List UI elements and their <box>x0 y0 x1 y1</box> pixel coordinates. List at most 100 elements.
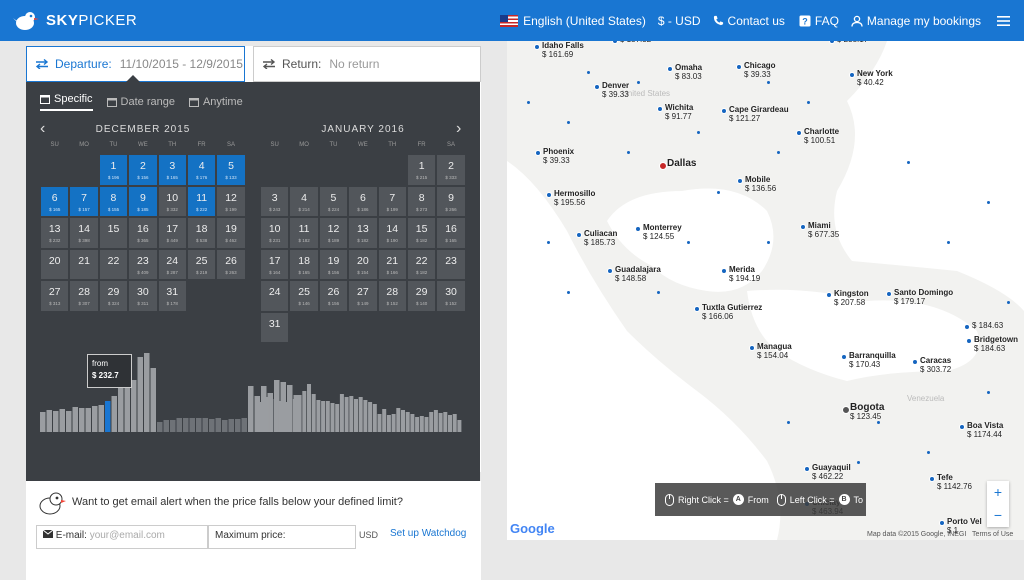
day-cell[interactable]: 2 $ 156 <box>128 154 158 186</box>
city-marker[interactable] <box>546 192 552 198</box>
airport-marker[interactable] <box>787 421 790 424</box>
city-label[interactable]: Monterrey $ 124.55 <box>643 223 682 241</box>
setup-watchdog-button[interactable]: Set up Watchdog <box>390 528 466 539</box>
histogram-bar[interactable] <box>274 399 279 432</box>
histogram-bar[interactable] <box>248 386 254 432</box>
city-label[interactable]: Omaha $ 83.03 <box>675 63 702 81</box>
histogram-bar[interactable] <box>339 394 344 432</box>
city-marker[interactable] <box>841 354 847 360</box>
day-cell[interactable]: 18 $ 165 <box>289 248 319 280</box>
airport-marker[interactable] <box>657 291 660 294</box>
day-cell[interactable]: 11 $ 182 <box>289 217 319 249</box>
city-marker[interactable] <box>721 108 727 114</box>
day-cell[interactable]: 31 $ 178 <box>157 280 187 312</box>
histogram-bar[interactable] <box>433 410 438 432</box>
histogram-bar[interactable] <box>254 396 261 432</box>
logo[interactable]: SKYPICKER <box>12 0 137 41</box>
histogram-bar[interactable] <box>368 402 373 432</box>
day-cell[interactable]: 7 $ 157 <box>69 185 99 217</box>
email-field[interactable]: E-mail: your@email.com <box>36 525 208 549</box>
day-cell[interactable]: 2 $ 333 <box>436 154 466 186</box>
histogram-bar[interactable] <box>288 401 293 432</box>
histogram-bar[interactable] <box>316 400 321 432</box>
day-cell[interactable]: 14 $ 398 <box>69 217 99 249</box>
return-field[interactable]: Return: No return <box>253 46 481 82</box>
contact-link[interactable]: Contact us <box>713 14 785 28</box>
city-marker[interactable] <box>576 232 582 238</box>
histogram-bar[interactable] <box>241 418 248 432</box>
histogram-bar[interactable] <box>202 418 209 432</box>
histogram-bar[interactable] <box>59 409 66 432</box>
histogram-bar[interactable] <box>410 414 415 432</box>
city-marker[interactable] <box>635 226 641 232</box>
histogram-bar[interactable] <box>452 414 457 432</box>
day-cell[interactable]: 6 $ 165 <box>40 185 70 217</box>
histogram-bar[interactable] <box>386 415 391 432</box>
histogram-bar[interactable] <box>79 408 85 432</box>
day-cell[interactable]: 19 $ 462 <box>216 217 246 249</box>
day-cell[interactable]: 22 $ 182 <box>406 248 437 280</box>
day-cell[interactable]: 10 $ 231 <box>260 217 290 249</box>
histogram-bar[interactable] <box>235 419 241 432</box>
day-cell[interactable]: 9 $ 185 <box>128 185 158 217</box>
histogram-bar[interactable] <box>150 368 157 432</box>
histogram-bar[interactable] <box>358 397 363 432</box>
day-cell[interactable]: 31 <box>260 311 290 343</box>
histogram-bar[interactable] <box>92 406 98 432</box>
airport-marker[interactable] <box>877 421 880 424</box>
histogram-bar[interactable] <box>105 401 111 432</box>
airport-marker[interactable] <box>527 101 530 104</box>
histogram-bar[interactable] <box>297 395 302 432</box>
histogram-bar[interactable] <box>278 401 283 432</box>
day-cell[interactable]: 3 $ 165 <box>157 154 187 186</box>
day-cell[interactable]: 20 $ 154 <box>348 248 378 280</box>
city-label[interactable]: Wichita $ 91.77 <box>665 103 693 121</box>
histogram-bar[interactable] <box>396 408 401 432</box>
histogram-bar[interactable] <box>443 412 448 432</box>
histogram-bar[interactable] <box>448 415 452 432</box>
airport-marker[interactable] <box>927 451 930 454</box>
day-cell[interactable]: 25 $ 219 <box>186 248 217 280</box>
city-label[interactable]: Guadalajara $ 148.58 <box>615 265 661 283</box>
day-cell[interactable]: 13 $ 182 <box>348 217 378 249</box>
day-cell[interactable]: 6 $ 186 <box>348 185 378 217</box>
histogram-bar[interactable] <box>457 420 462 432</box>
histogram-bar[interactable] <box>424 417 429 432</box>
airport-marker[interactable] <box>857 461 860 464</box>
histogram-bar[interactable] <box>111 396 118 432</box>
histogram-bar[interactable] <box>66 411 72 432</box>
terms-link[interactable]: Terms of Use <box>972 531 1013 538</box>
airport-marker[interactable] <box>547 241 550 244</box>
city-label[interactable]: Miami $ 677.35 <box>808 221 839 239</box>
day-cell[interactable]: 23 <box>436 248 466 280</box>
histogram-bar[interactable] <box>157 422 163 432</box>
currency-selector[interactable]: $ - USD <box>658 14 701 28</box>
city-label[interactable]: Barranquilla $ 170.43 <box>849 351 896 369</box>
city-marker[interactable] <box>842 406 850 414</box>
day-cell[interactable]: 21 <box>69 248 99 280</box>
zoom-in-button[interactable]: + <box>987 481 1009 504</box>
day-cell[interactable]: 8 $ 273 <box>406 185 437 217</box>
airport-marker[interactable] <box>697 131 700 134</box>
histogram-bar[interactable] <box>363 400 368 432</box>
airport-marker[interactable] <box>767 81 770 84</box>
day-cell[interactable]: 4 $ 176 <box>186 154 217 186</box>
city-marker[interactable] <box>749 345 755 351</box>
city-marker[interactable] <box>607 268 613 274</box>
day-cell[interactable]: 8 $ 155 <box>98 185 129 217</box>
day-cell[interactable]: 11 $ 222 <box>186 185 217 217</box>
city-label[interactable]: Guayaquil $ 462.22 <box>812 463 851 481</box>
histogram-bar[interactable] <box>330 403 335 432</box>
histogram-bar[interactable] <box>302 391 307 432</box>
day-cell[interactable]: 4 $ 214 <box>289 185 319 217</box>
city-marker[interactable] <box>826 292 832 298</box>
histogram-bar[interactable] <box>335 404 340 432</box>
max-price-field[interactable]: Maximum price: <box>208 525 356 549</box>
airport-marker[interactable] <box>627 151 630 154</box>
day-cell[interactable]: 12 $ 199 <box>216 185 246 217</box>
day-cell[interactable]: 29 $ 140 <box>406 280 437 312</box>
map-view[interactable]: Venezuela United States Idaho Falls $ 161… <box>507 41 1024 540</box>
airport-marker[interactable] <box>987 201 990 204</box>
day-cell[interactable]: 9 $ 266 <box>436 185 466 217</box>
histogram-bar[interactable] <box>391 414 396 432</box>
